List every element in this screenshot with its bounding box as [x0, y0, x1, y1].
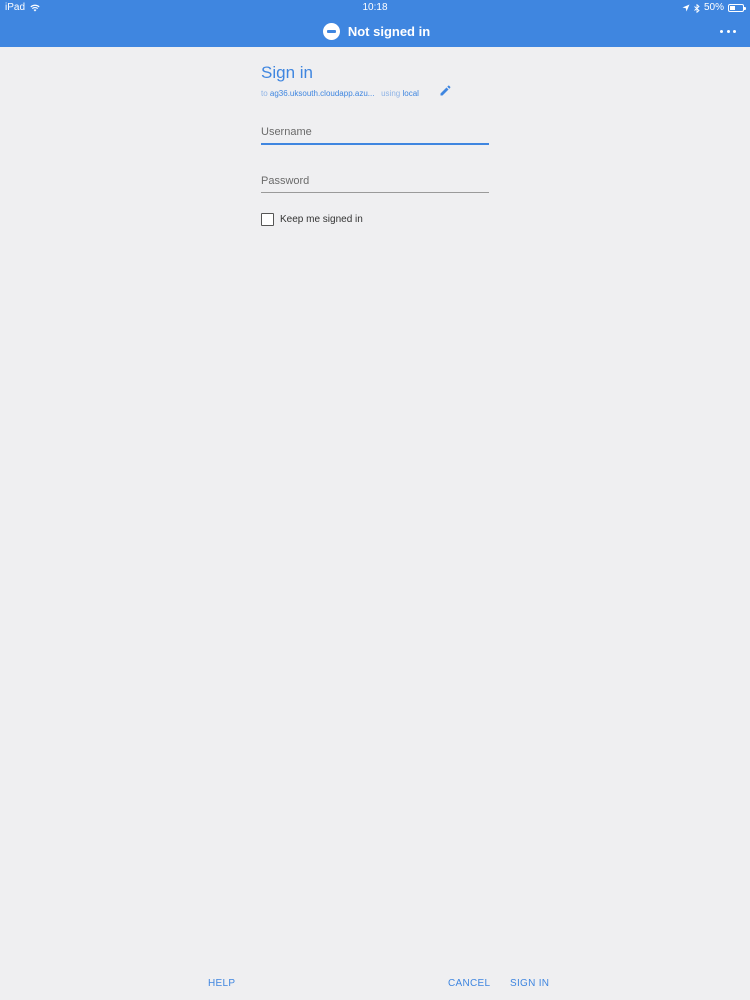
- password-input[interactable]: [261, 170, 489, 192]
- location-arrow-icon: [682, 4, 690, 12]
- more-dot: [720, 29, 723, 33]
- username-input[interactable]: [261, 121, 489, 143]
- more-dot: [733, 29, 736, 33]
- battery-icon: [728, 4, 746, 12]
- battery-tip: [744, 7, 746, 10]
- battery-fill: [730, 6, 735, 10]
- help-button[interactable]: HELP: [208, 978, 235, 989]
- more-icon[interactable]: [720, 26, 736, 36]
- bluetooth-icon: [694, 3, 700, 13]
- username-underline: [261, 143, 489, 145]
- page-title: Sign in: [261, 63, 313, 82]
- sign-in-button[interactable]: SIGN IN: [510, 978, 549, 989]
- provider-prefix: using: [381, 89, 401, 98]
- app-bar-title: Not signed in: [347, 24, 431, 39]
- battery-percent: 50%: [703, 2, 724, 13]
- status-time: 10:18: [362, 2, 388, 13]
- no-entry-icon: [322, 23, 340, 40]
- keep-signed-in-row[interactable]: Keep me signed in: [261, 213, 363, 226]
- password-underline: [261, 192, 489, 193]
- status-right: 50%: [682, 0, 746, 16]
- app-bar-center: Not signed in: [0, 16, 750, 47]
- header: iPad 10:18 50% Not signed in: [0, 0, 750, 47]
- password-field: [261, 170, 489, 193]
- keep-signed-in-checkbox[interactable]: [261, 213, 274, 226]
- username-field: [261, 121, 489, 145]
- pencil-icon[interactable]: [439, 84, 451, 96]
- server-info: to ag36.uksouth.cloudapp.azu... using lo…: [261, 89, 419, 98]
- provider-name: local: [402, 89, 419, 98]
- keep-signed-in-label: Keep me signed in: [280, 214, 363, 225]
- server-prefix: to: [261, 89, 268, 98]
- app-bar: Not signed in: [0, 16, 750, 47]
- server-name: ag36.uksouth.cloudapp.azu...: [269, 89, 375, 98]
- cancel-button[interactable]: CANCEL: [448, 978, 490, 989]
- more-dot: [726, 29, 730, 33]
- status-bar: iPad 10:18 50%: [0, 0, 750, 16]
